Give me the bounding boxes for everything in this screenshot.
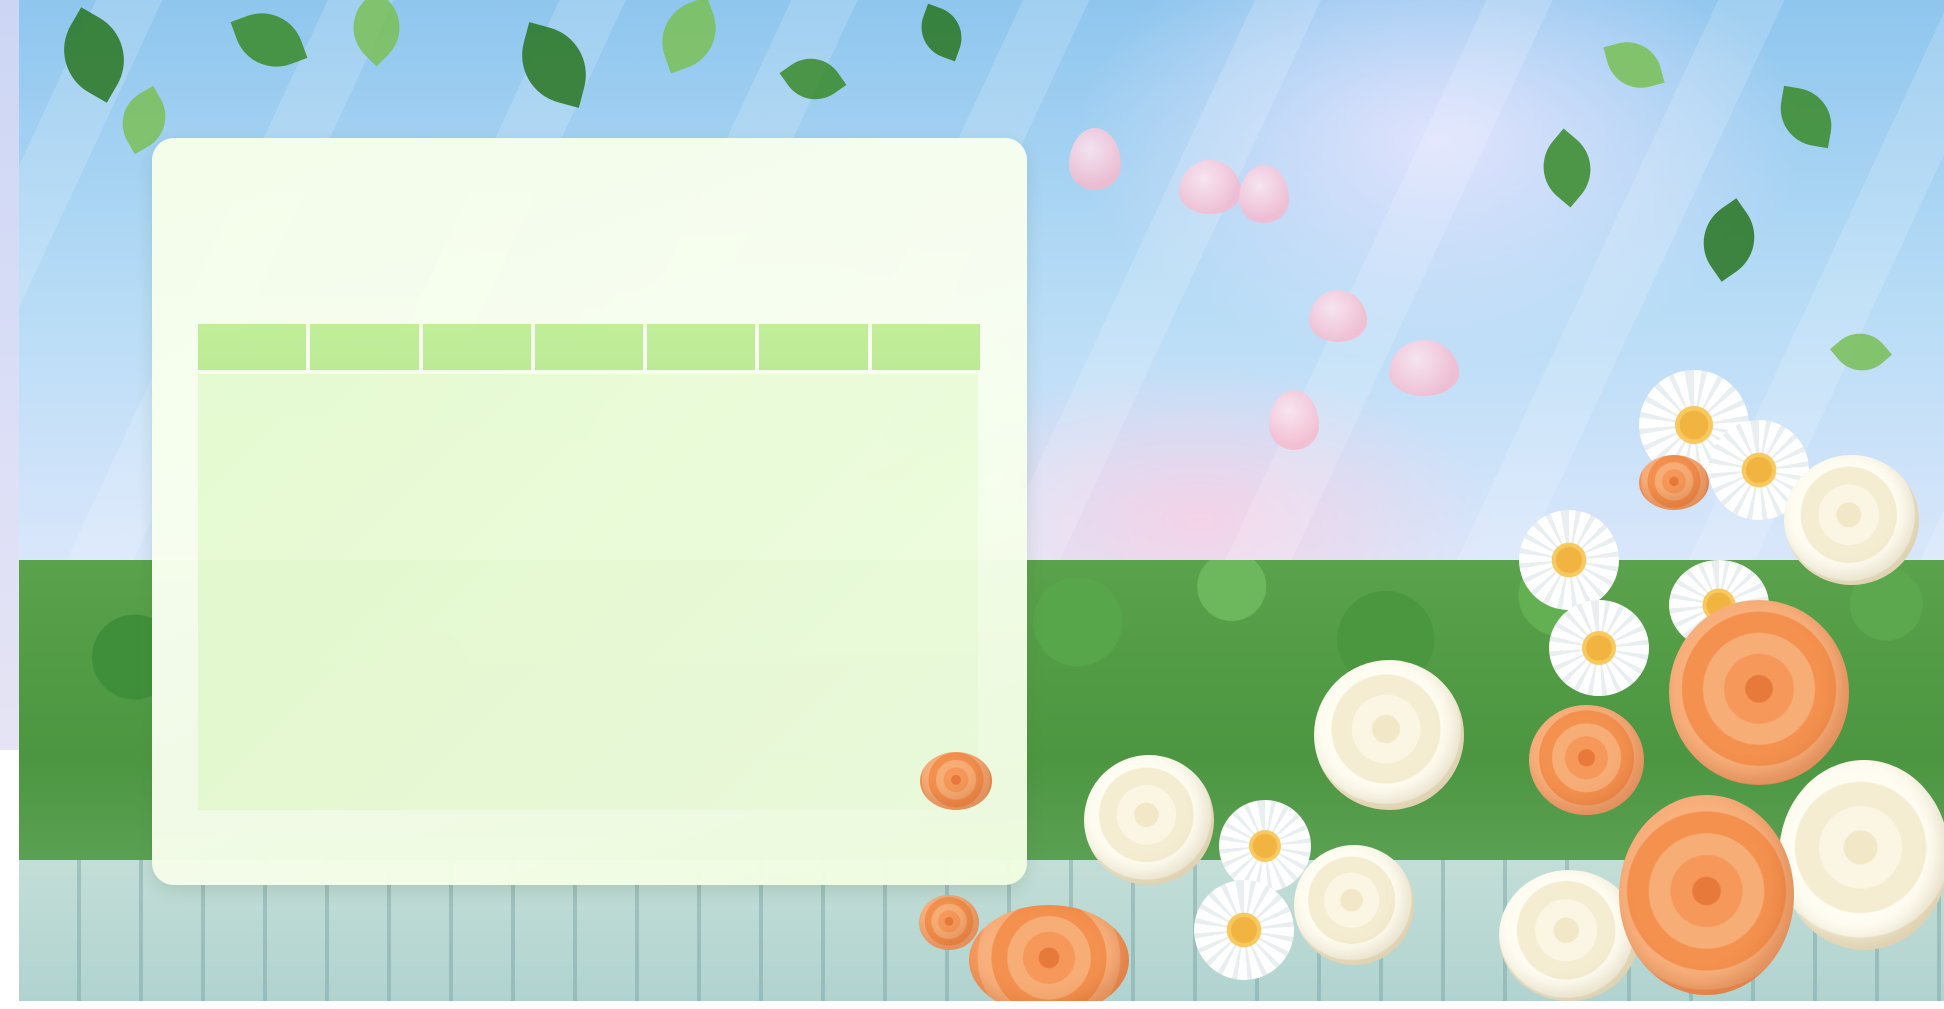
- schedule-header-cell: [422, 324, 531, 370]
- schedule-header-row: [198, 324, 980, 370]
- schedule-header-cell: [310, 324, 419, 370]
- cream-ranunculus: [1499, 870, 1639, 1001]
- peach-ranunculus: [919, 895, 979, 950]
- peach-ranunculus: [1619, 795, 1794, 995]
- schedule-body: [198, 374, 978, 810]
- schedule-header-cell: [647, 324, 756, 370]
- schedule-header-cell: [198, 324, 307, 370]
- left-edge-strip: [0, 0, 20, 750]
- schedule-panel: [152, 138, 1027, 885]
- cream-ranunculus: [1314, 660, 1464, 810]
- panel-title: [198, 198, 978, 258]
- peach-ranunculus: [1639, 455, 1709, 510]
- daisy-flower: [1194, 880, 1294, 980]
- peach-ranunculus: [1529, 705, 1644, 815]
- cream-ranunculus: [1294, 845, 1414, 965]
- daisy-flower: [1219, 800, 1311, 892]
- cream-ranunculus: [1784, 455, 1919, 585]
- slide-canvas: [0, 0, 1944, 1009]
- cream-ranunculus: [1779, 760, 1944, 950]
- peach-ranunculus: [1669, 600, 1849, 785]
- daisy-flower: [1519, 510, 1619, 610]
- schedule-header-cell: [871, 324, 980, 370]
- daisy-flower: [1549, 600, 1649, 696]
- cream-ranunculus: [1084, 755, 1214, 885]
- peach-rose-accent: [920, 752, 992, 810]
- schedule-header-cell: [534, 324, 644, 370]
- schedule-header-cell: [759, 324, 868, 370]
